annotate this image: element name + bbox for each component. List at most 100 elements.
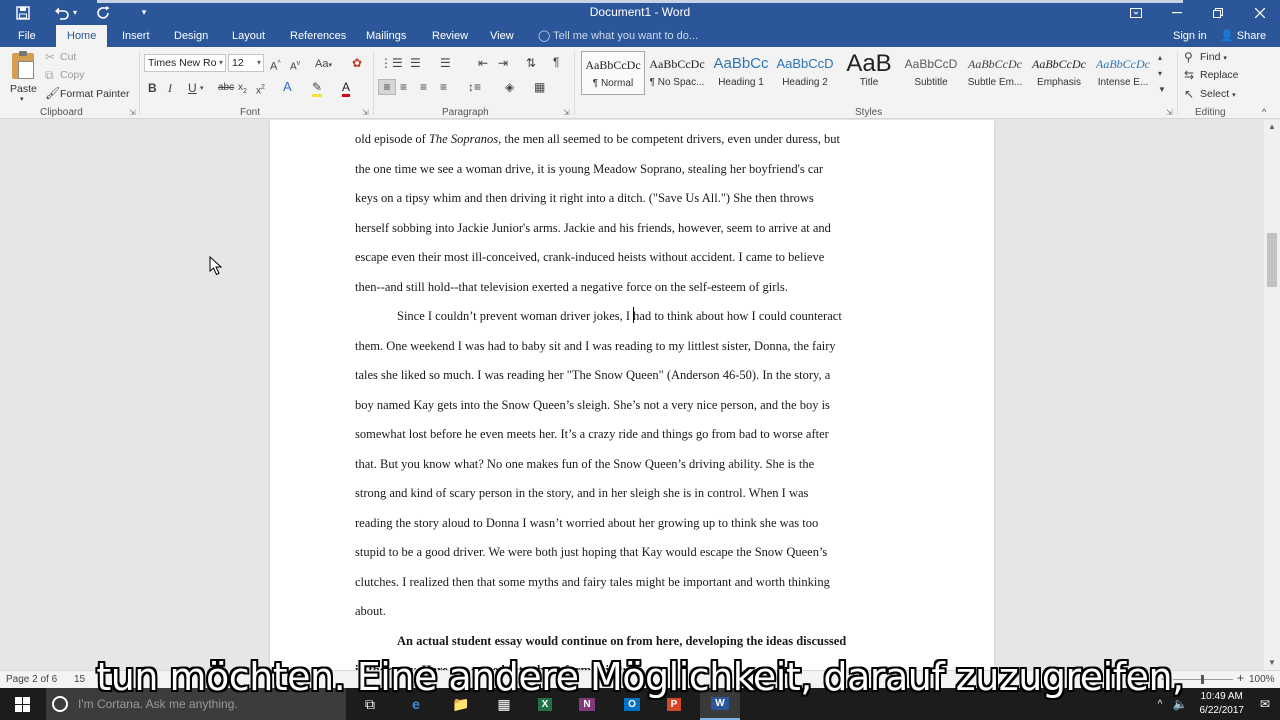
document-line[interactable]: escape even their most ill-conceived, cr… xyxy=(355,250,824,265)
tab-references[interactable]: References xyxy=(279,25,357,47)
styles-scroll-down-icon[interactable]: ▾ xyxy=(1158,67,1162,81)
select-button[interactable]: Select ▾ xyxy=(1200,88,1236,100)
style-heading-1[interactable]: AaBbCc Heading 1 xyxy=(709,51,773,95)
multilevel-list-icon[interactable]: ☰ xyxy=(440,56,451,70)
font-group-label: Font xyxy=(240,107,261,118)
align-right-icon[interactable]: ≡ xyxy=(420,80,427,94)
tab-insert[interactable]: Insert xyxy=(111,25,161,47)
tab-mailings[interactable]: Mailings xyxy=(355,25,417,47)
styles-launcher-icon[interactable]: ⇲ xyxy=(1166,108,1173,117)
style-intense-emphasis[interactable]: AaBbCcDc Intense E... xyxy=(1091,51,1155,95)
ribbon: Paste ▾ ✂ Cut ⧉ Copy 🖌 Format Painter Cl… xyxy=(0,47,1280,119)
separator xyxy=(574,51,575,115)
tab-home[interactable]: Home xyxy=(56,25,108,47)
bullets-icon[interactable]: ⋮☰ xyxy=(380,56,403,70)
tab-layout[interactable]: Layout xyxy=(221,25,276,47)
italic-icon[interactable]: I xyxy=(168,81,172,95)
line-spacing-icon[interactable]: ↕≡ xyxy=(468,80,481,94)
find-button[interactable]: Find ▾ xyxy=(1200,51,1227,63)
replace-button[interactable]: Replace xyxy=(1200,69,1239,81)
font-color-icon[interactable]: A xyxy=(342,80,351,97)
tab-design[interactable]: Design xyxy=(163,25,219,47)
align-center-icon[interactable]: ≡ xyxy=(400,80,407,94)
grow-font-icon[interactable]: A^ xyxy=(270,57,281,74)
format-painter-button[interactable]: Format Painter xyxy=(60,88,129,100)
document-line[interactable]: strong and kind of scary person in the s… xyxy=(355,486,808,501)
subscript-icon[interactable]: x2 xyxy=(238,81,247,99)
tell-me-box[interactable]: ◯ Tell me what you want to do... xyxy=(538,25,698,47)
minimize-icon[interactable] xyxy=(1157,0,1197,25)
document-line[interactable]: reading the story aloud to Donna I wasn’… xyxy=(355,516,818,531)
document-line[interactable]: them. One weekend I was had to baby sit … xyxy=(355,339,836,354)
paragraph-launcher-icon[interactable]: ⇲ xyxy=(563,108,570,117)
tab-view[interactable]: View xyxy=(479,25,525,47)
cortana-placeholder: I'm Cortana. Ask me anything. xyxy=(78,697,238,711)
document-page[interactable]: old episode of The Sopranos, the men all… xyxy=(270,120,994,670)
strikethrough-icon[interactable]: abc xyxy=(218,81,234,95)
style-subtle-emphasis[interactable]: AaBbCcDc Subtle Em... xyxy=(963,51,1027,95)
underline-dropdown-icon[interactable]: ▾ xyxy=(200,82,204,96)
document-line[interactable]: An actual student essay would continue o… xyxy=(397,634,846,649)
clear-formatting-icon[interactable]: ✿ xyxy=(352,56,362,70)
font-family-select[interactable]: Times New Ro ▾ xyxy=(144,54,226,72)
style-no-spacing[interactable]: AaBbCcDc ¶ No Spac... xyxy=(645,51,709,95)
brush-icon: 🖌 xyxy=(45,86,61,100)
document-line[interactable]: somewhat lost before he even meets her. … xyxy=(355,427,829,442)
shading-icon[interactable]: ◈ xyxy=(505,80,514,94)
collapse-ribbon-icon[interactable]: ^ xyxy=(1262,105,1266,119)
styles-more-icon[interactable]: ▼ xyxy=(1158,83,1166,97)
separator xyxy=(373,51,374,115)
decrease-indent-icon[interactable]: ⇤ xyxy=(478,56,488,70)
highlight-icon[interactable]: ✎ xyxy=(312,80,323,97)
scroll-up-icon[interactable]: ▲ xyxy=(1264,122,1280,131)
document-line[interactable]: herself sobbing into Jackie Junior's arm… xyxy=(355,221,831,236)
document-line[interactable]: boy named Kay gets into the Snow Queen’s… xyxy=(355,398,830,413)
sort-icon[interactable]: ⇅ xyxy=(526,56,536,70)
vertical-scrollbar[interactable]: ▲ ▼ xyxy=(1264,120,1280,670)
paste-button[interactable]: Paste ▾ xyxy=(6,51,40,103)
restore-icon[interactable] xyxy=(1198,0,1238,25)
chevron-down-icon: ▾ xyxy=(218,58,223,67)
document-line[interactable]: keys on a tipsy whim and then driving it… xyxy=(355,191,814,206)
underline-icon[interactable]: U xyxy=(188,81,197,95)
document-line[interactable]: old episode of The Sopranos, the men all… xyxy=(355,132,840,147)
share-button[interactable]: 👤 Share xyxy=(1220,25,1266,47)
text-effects-icon[interactable]: A xyxy=(283,80,292,94)
style-title[interactable]: AaB Title xyxy=(837,51,901,95)
style-emphasis[interactable]: AaBbCcDc Emphasis xyxy=(1027,51,1091,95)
font-launcher-icon[interactable]: ⇲ xyxy=(362,108,369,117)
tab-review[interactable]: Review xyxy=(421,25,479,47)
increase-indent-icon[interactable]: ⇥ xyxy=(498,56,508,70)
cut-button[interactable]: Cut xyxy=(60,51,76,63)
style-heading-2[interactable]: AaBbCcD Heading 2 xyxy=(773,51,837,95)
shrink-font-icon[interactable]: Av xyxy=(290,57,300,74)
document-line[interactable]: that. But you know what? No one makes fu… xyxy=(355,457,814,472)
style-subtitle[interactable]: AaBbCcD Subtitle xyxy=(899,51,963,95)
styles-scroll-up-icon[interactable]: ▴ xyxy=(1158,51,1162,65)
document-line[interactable]: the one time we see a woman drive, it is… xyxy=(355,162,823,177)
document-line[interactable]: stupid to be a good driver. We were both… xyxy=(355,545,827,560)
ribbon-display-options-icon[interactable] xyxy=(1116,0,1156,25)
document-line[interactable]: then--and still hold--that television ex… xyxy=(355,280,788,295)
font-size-select[interactable]: 12 ▾ xyxy=(228,54,264,72)
document-line[interactable]: clutches. I realized then that some myth… xyxy=(355,575,830,590)
justify-icon[interactable]: ≡ xyxy=(440,80,447,94)
bold-icon[interactable]: B xyxy=(148,81,157,95)
document-line[interactable]: about. xyxy=(355,604,386,619)
scrollbar-thumb[interactable] xyxy=(1267,233,1277,287)
numbering-icon[interactable]: ☰ xyxy=(410,56,421,70)
superscript-icon[interactable]: x2 xyxy=(256,81,265,98)
sign-in-link[interactable]: Sign in xyxy=(1173,25,1207,47)
document-line[interactable]: Since I couldn’t prevent woman driver jo… xyxy=(397,309,842,324)
align-left-icon[interactable]: ≡ xyxy=(378,79,396,95)
close-icon[interactable] xyxy=(1240,0,1280,25)
window-title: Document1 - Word xyxy=(589,5,691,19)
borders-icon[interactable]: ▦ xyxy=(534,80,545,94)
tab-file[interactable]: File xyxy=(7,25,47,47)
copy-button[interactable]: Copy xyxy=(60,69,85,81)
change-case-icon[interactable]: Aa▾ xyxy=(315,57,332,73)
document-line[interactable]: tales she liked so much. I was reading h… xyxy=(355,368,830,383)
style-normal[interactable]: AaBbCcDc ¶ Normal xyxy=(581,51,645,95)
show-formatting-icon[interactable]: ¶ xyxy=(553,55,559,69)
clipboard-launcher-icon[interactable]: ⇲ xyxy=(129,108,136,117)
